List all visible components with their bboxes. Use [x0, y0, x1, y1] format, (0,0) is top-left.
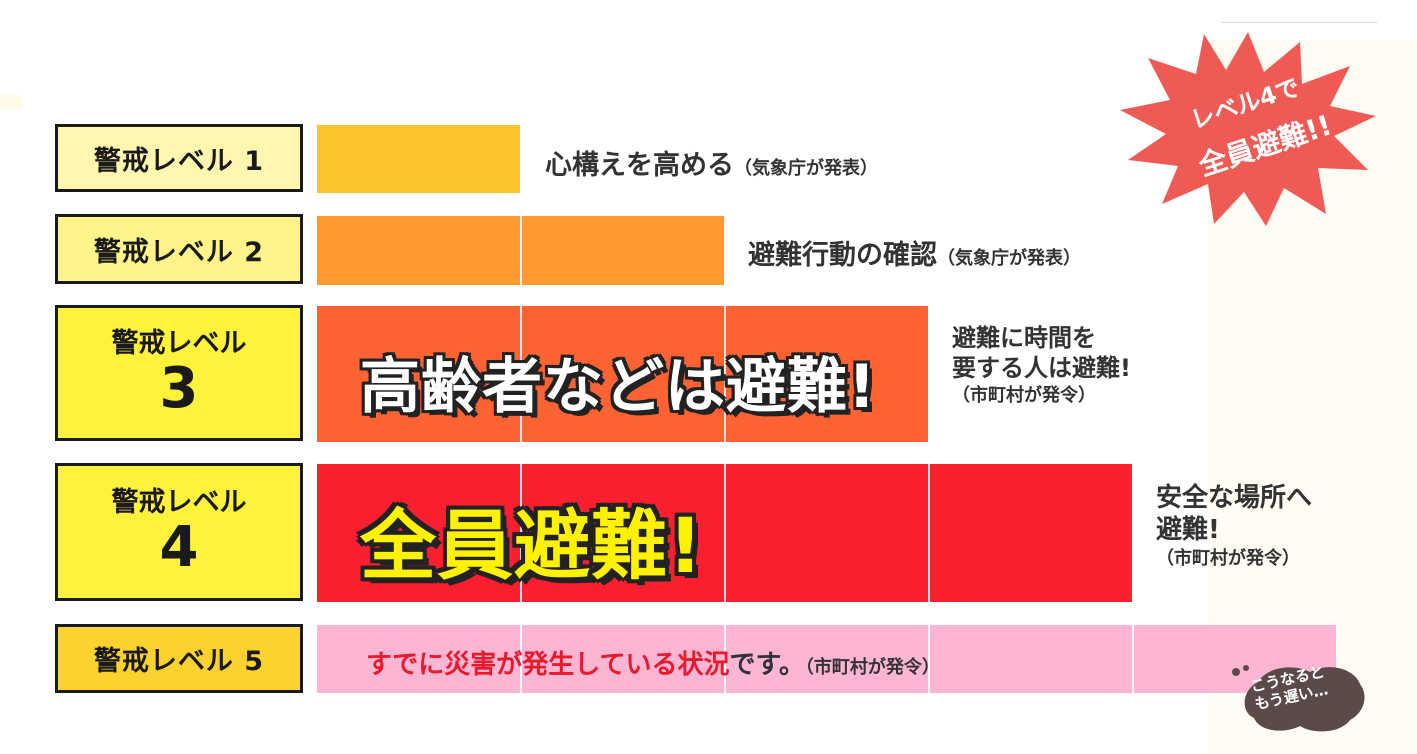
divider-line [1222, 22, 1377, 23]
level-5-desc-accent: すでに災害が発生している状況 [366, 650, 730, 680]
level-5-box: 警戒レベル 5 [55, 624, 303, 693]
bar-divider [724, 464, 726, 602]
level-4-description: 安全な場所へ 避難! （市町村が発令） [1156, 482, 1312, 572]
bar-divider [520, 216, 522, 285]
level-3-number: 3 [159, 356, 199, 421]
level-4-desc-sub: （市町村が発令） [1156, 548, 1300, 569]
level-3-desc-sub: （市町村が発令） [952, 385, 1096, 406]
level-1-bar [317, 125, 520, 193]
level-3-box: 警戒レベル 3 [55, 305, 303, 441]
level-1-desc-sub: （気象庁が発表） [734, 158, 878, 179]
level-5-desc-tail: です。 [729, 650, 805, 680]
level-3-headline: 高齢者などは避難! [360, 352, 877, 422]
level-4-desc-line2: 避難! [1156, 515, 1220, 545]
level-1-label: 警戒レベル 1 [93, 145, 265, 177]
paper-background-left [0, 95, 22, 109]
level-1-box: 警戒レベル 1 [55, 124, 303, 192]
level-3-desc-line1: 避難に時間を [952, 324, 1096, 352]
level-4-number: 4 [159, 515, 199, 580]
level-5-description: すでに災害が発生している状況です。（市町村が発令） [366, 644, 940, 681]
level-4-headline: 全員避難! [360, 501, 704, 590]
level-1-description: 心構えを高める（気象庁が発表） [545, 143, 878, 182]
level-2-desc-sub: （気象庁が発表） [937, 248, 1081, 269]
level-2-description: 避難行動の確認（気象庁が発表） [748, 233, 1081, 272]
level-2-desc-main: 避難行動の確認 [748, 240, 937, 271]
level-3-description: 避難に時間を 要する人は避難! （市町村が発令） [952, 323, 1131, 409]
level-3-desc-line2: 要する人は避難! [952, 354, 1131, 382]
level-2-bar [317, 216, 724, 285]
level-2-box: 警戒レベル 2 [55, 214, 303, 284]
level-5-desc-sub: （市町村が発令） [804, 657, 940, 678]
bar-divider [928, 464, 930, 602]
bar-divider [1132, 625, 1134, 693]
level-5-label: 警戒レベル 5 [93, 646, 265, 677]
level-4-box: 警戒レベル 4 [55, 463, 303, 601]
level-4-desc-line1: 安全な場所へ [1156, 483, 1313, 513]
level-2-label: 警戒レベル 2 [93, 236, 265, 268]
level-1-desc-main: 心構えを高める [545, 150, 734, 181]
